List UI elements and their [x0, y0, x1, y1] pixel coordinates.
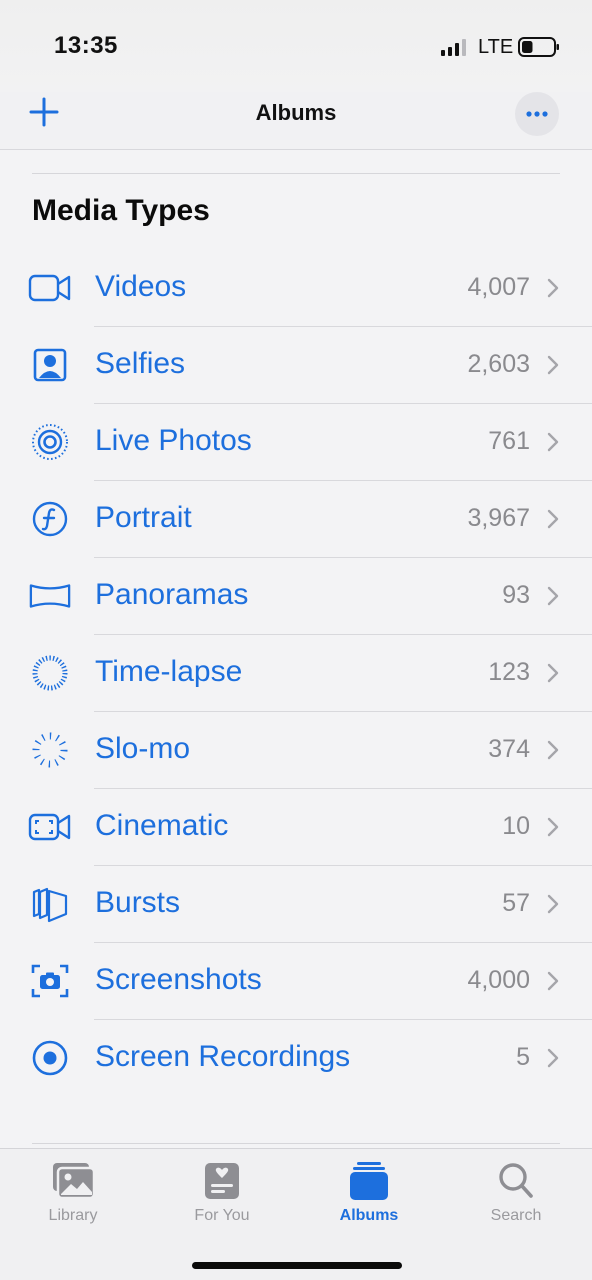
media-type-row-screenshots[interactable]: Screenshots 4,000 [0, 943, 592, 1020]
albums-content: Media Types Videos 4,007 Selfies 2,603 L… [0, 150, 592, 1148]
video-icon [28, 268, 72, 308]
row-count: 57 [502, 889, 530, 917]
photos-albums-screen: 13:35 LTE Albums Media Types Videos 4,00… [0, 0, 592, 1280]
portrait-icon [28, 499, 72, 539]
library-icon [53, 1163, 96, 1200]
media-type-row-slo-mo[interactable]: Slo-mo 374 [0, 712, 592, 789]
row-label: Screen Recordings [95, 1040, 351, 1073]
row-count: 5 [516, 1043, 530, 1071]
cinematic-icon [28, 807, 72, 847]
row-label: Portrait [95, 501, 192, 534]
more-options-button[interactable] [515, 92, 559, 136]
tab-label: For You [194, 1207, 250, 1224]
slomo-icon [28, 730, 72, 770]
media-type-row-panoramas[interactable]: Panoramas 93 [0, 558, 592, 635]
chevron-right-icon [547, 663, 559, 683]
screenshot-icon [28, 961, 72, 1001]
row-count: 10 [502, 812, 530, 840]
row-label: Selfies [95, 347, 186, 380]
media-type-row-videos[interactable]: Videos 4,007 [0, 250, 592, 327]
screen-recording-icon [28, 1038, 72, 1078]
timelapse-icon [28, 653, 72, 693]
status-bar: 13:35 LTE [0, 0, 592, 92]
media-type-row-screen-recordings[interactable]: Screen Recordings 5 [0, 1020, 592, 1097]
row-count: 4,007 [467, 273, 530, 301]
home-indicator[interactable] [192, 1262, 402, 1269]
albums-icon [350, 1162, 388, 1200]
tab-bar: Library For You Albums Search [0, 1148, 592, 1280]
chevron-right-icon [547, 586, 559, 606]
page-title: Albums [255, 100, 337, 125]
bursts-icon [28, 884, 72, 924]
row-label: Panoramas [95, 578, 249, 611]
row-label: Slo-mo [95, 732, 191, 765]
search-icon [499, 1163, 533, 1198]
media-type-row-portrait[interactable]: Portrait 3,967 [0, 481, 592, 558]
tab-search[interactable]: Search [461, 1159, 571, 1229]
tab-label: Library [48, 1207, 98, 1224]
media-type-row-selfies[interactable]: Selfies 2,603 [0, 327, 592, 404]
row-count: 761 [488, 427, 530, 455]
row-label: Live Photos [95, 424, 252, 457]
selfie-icon [28, 345, 72, 385]
row-count: 2,603 [467, 350, 530, 378]
media-type-row-time-lapse[interactable]: Time-lapse 123 [0, 635, 592, 712]
media-type-row-cinematic[interactable]: Cinematic 10 [0, 789, 592, 866]
tab-label: Search [490, 1207, 542, 1224]
row-count: 374 [488, 735, 530, 763]
section-divider [32, 173, 560, 174]
chevron-right-icon [547, 971, 559, 991]
row-count: 93 [502, 581, 530, 609]
tab-for-you[interactable]: For You [167, 1159, 277, 1229]
live-photo-icon [28, 422, 72, 462]
row-label: Screenshots [95, 963, 262, 996]
section-header-media-types: Media Types [32, 194, 210, 227]
row-label: Cinematic [95, 809, 229, 842]
row-label: Bursts [95, 886, 181, 919]
chevron-right-icon [547, 278, 559, 298]
media-type-row-bursts[interactable]: Bursts 57 [0, 866, 592, 943]
chevron-right-icon [547, 894, 559, 914]
for-you-icon [205, 1163, 239, 1199]
navigation-bar: Albums [0, 92, 592, 150]
battery-icon [518, 37, 559, 57]
status-time: 13:35 [54, 32, 118, 59]
row-label: Videos [95, 270, 187, 303]
chevron-right-icon [547, 1048, 559, 1068]
row-count: 123 [488, 658, 530, 686]
chevron-right-icon [547, 740, 559, 760]
chevron-right-icon [547, 432, 559, 452]
tab-albums[interactable]: Albums [314, 1159, 424, 1229]
tab-label: Albums [339, 1207, 399, 1224]
row-label: Time-lapse [95, 655, 243, 688]
media-type-row-live-photos[interactable]: Live Photos 761 [0, 404, 592, 481]
panorama-icon [28, 576, 72, 616]
chevron-right-icon [547, 509, 559, 529]
section-divider [32, 1143, 560, 1144]
network-type: LTE [478, 36, 514, 58]
tab-library[interactable]: Library [18, 1159, 128, 1229]
row-count: 3,967 [467, 504, 530, 532]
ellipsis-icon [526, 111, 548, 117]
chevron-right-icon [547, 817, 559, 837]
cellular-signal-icon [441, 39, 466, 56]
chevron-right-icon [547, 355, 559, 375]
media-types-list: Videos 4,007 Selfies 2,603 Live Photos 7… [0, 250, 592, 1097]
row-count: 4,000 [467, 966, 530, 994]
